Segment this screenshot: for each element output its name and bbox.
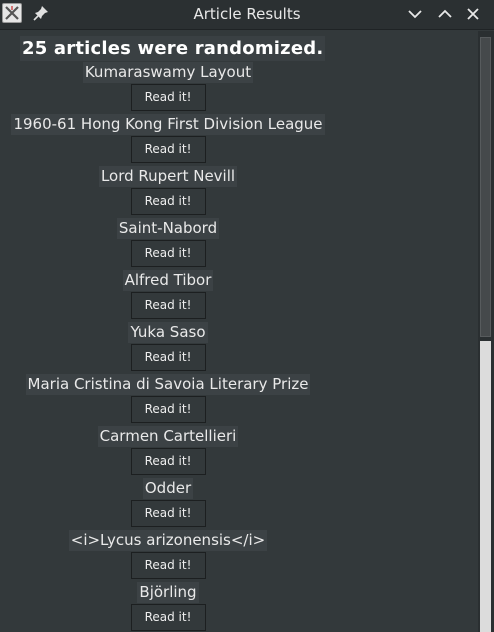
vertical-scrollbar[interactable] xyxy=(478,31,494,632)
article-title: Carmen Cartellieri xyxy=(97,426,239,447)
chevron-down-icon xyxy=(408,10,422,19)
maximize-button[interactable] xyxy=(435,5,455,23)
pin-icon[interactable] xyxy=(32,4,50,22)
article-title: Alfred Tibor xyxy=(122,270,214,291)
list-item: <i>Lycus arizonensis</i> Read it! xyxy=(0,530,336,582)
title-bar[interactable]: Article Results xyxy=(0,0,494,30)
scrollbar-track[interactable] xyxy=(480,341,491,632)
close-button[interactable] xyxy=(463,5,483,23)
read-it-button[interactable]: Read it! xyxy=(130,188,206,215)
list-item: Saint-Nabord Read it! xyxy=(0,218,336,270)
list-item: Kumaraswamy Layout Read it! xyxy=(0,62,336,114)
scrollbar-thumb[interactable] xyxy=(480,37,491,337)
article-title: Kumaraswamy Layout xyxy=(82,62,254,83)
read-it-button[interactable]: Read it! xyxy=(130,604,206,631)
article-results-window: Article Results 25 articles were randomi… xyxy=(0,0,494,632)
read-it-button[interactable]: Read it! xyxy=(130,84,206,111)
list-item: Odder Read it! xyxy=(0,478,336,530)
list-item: 1960-61 Hong Kong First Division League R… xyxy=(0,114,336,166)
app-icon[interactable] xyxy=(2,3,22,23)
read-it-button[interactable]: Read it! xyxy=(130,292,206,319)
read-it-button[interactable]: Read it! xyxy=(130,500,206,527)
summary-heading: 25 articles were randomized. xyxy=(20,36,326,61)
list-item: Maria Cristina di Savoia Literary Prize R… xyxy=(0,374,336,426)
article-title: Odder xyxy=(142,478,194,499)
close-icon xyxy=(467,8,479,20)
minimize-button[interactable] xyxy=(405,5,425,23)
read-it-button[interactable]: Read it! xyxy=(130,240,206,267)
read-it-button[interactable]: Read it! xyxy=(130,448,206,475)
read-it-button[interactable]: Read it! xyxy=(130,344,206,371)
list-item: Carmen Cartellieri Read it! xyxy=(0,426,336,478)
list-item: Björling Read it! xyxy=(0,582,336,632)
results-panel: 25 articles were randomized. Kumaraswamy… xyxy=(0,31,478,632)
list-item: Yuka Saso Read it! xyxy=(0,322,336,374)
article-title: <i>Lycus arizonensis</i> xyxy=(68,530,268,551)
read-it-button[interactable]: Read it! xyxy=(130,136,206,163)
article-title: Björling xyxy=(137,582,199,603)
read-it-button[interactable]: Read it! xyxy=(130,552,206,579)
article-title: Lord Rupert Nevill xyxy=(98,166,238,187)
list-item: Alfred Tibor Read it! xyxy=(0,270,336,322)
article-title: 1960-61 Hong Kong First Division League xyxy=(11,114,325,135)
read-it-button[interactable]: Read it! xyxy=(130,396,206,423)
article-title: Saint-Nabord xyxy=(116,218,220,239)
article-list: Kumaraswamy Layout Read it! 1960-61 Hong K… xyxy=(0,62,336,632)
list-item: Lord Rupert Nevill Read it! xyxy=(0,166,336,218)
article-title: Yuka Saso xyxy=(128,322,208,343)
chevron-up-icon xyxy=(438,9,452,18)
article-title: Maria Cristina di Savoia Literary Prize xyxy=(25,374,311,395)
